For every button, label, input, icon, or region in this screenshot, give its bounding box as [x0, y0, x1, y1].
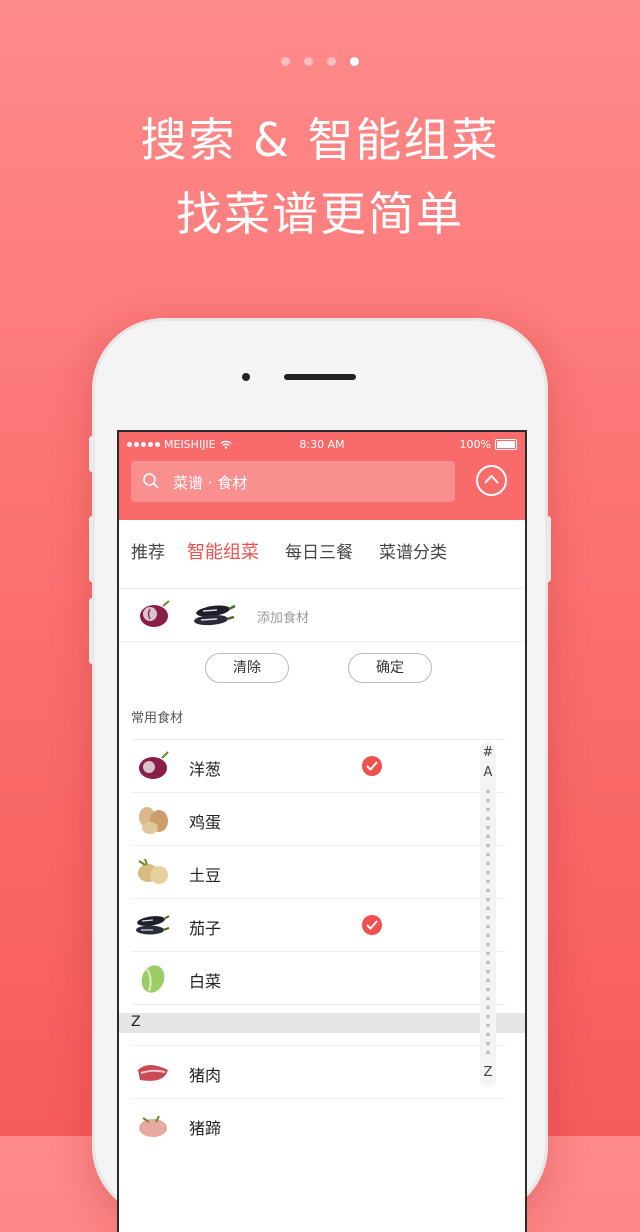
checkmark-icon[interactable]	[362, 915, 382, 935]
list-item[interactable]: 白菜	[131, 951, 505, 1004]
ingredient-name: 茄子	[189, 919, 222, 938]
selected-ingredients: 添加食材	[119, 589, 525, 642]
list-divider	[131, 1004, 505, 1005]
tab-recommend[interactable]: 推荐	[131, 538, 165, 563]
eggplant-icon	[136, 915, 170, 935]
chevron-up-icon	[484, 474, 499, 484]
ingredient-name: 白菜	[189, 972, 222, 991]
egg-icon	[139, 807, 168, 834]
clear-button[interactable]: 清除	[205, 653, 289, 683]
section-header-z: Z	[119, 1013, 525, 1033]
ingredient-list: 洋葱 鸡蛋 土豆 茄子 白菜	[131, 739, 505, 1005]
list-item[interactable]: 鸡蛋	[131, 792, 505, 845]
status-bar: MEISHIJIE 8:30 AM 100%	[119, 436, 525, 454]
phone-power-button	[545, 516, 551, 582]
page-indicator[interactable]	[0, 57, 640, 66]
confirm-button[interactable]: 确定	[348, 653, 432, 683]
list-item[interactable]: 洋葱	[131, 739, 505, 792]
ingredient-name: 鸡蛋	[189, 813, 222, 832]
index-letter-z[interactable]: Z	[480, 1065, 496, 1080]
headline-line-2: 找菜谱更简单	[176, 187, 464, 241]
battery-icon	[495, 439, 517, 450]
phone-frame: MEISHIJIE 8:30 AM 100% 菜谱 · 食材 推荐 智能组菜 每…	[89, 318, 551, 1232]
index-dots[interactable]	[486, 787, 490, 1059]
section-title: 常用食材	[131, 711, 184, 726]
list-item[interactable]: 猪蹄	[131, 1098, 505, 1151]
list-item[interactable]: 土豆	[131, 845, 505, 898]
eggplant-icon[interactable]	[193, 599, 237, 631]
ingredient-list-z: 猪肉 猪蹄	[131, 1045, 505, 1151]
section-letter: Z	[131, 1014, 141, 1030]
collapse-button[interactable]	[476, 465, 507, 496]
ingredient-name: 猪肉	[189, 1066, 222, 1085]
app-header: MEISHIJIE 8:30 AM 100% 菜谱 · 食材	[119, 432, 525, 520]
phone-mute-switch	[89, 436, 95, 472]
search-input[interactable]: 菜谱 · 食材	[131, 461, 455, 502]
list-item[interactable]: 茄子	[131, 898, 505, 951]
tab-smart-combo[interactable]: 智能组菜	[187, 538, 259, 564]
page-dot[interactable]	[304, 57, 313, 66]
battery-percent: 100%	[459, 438, 491, 451]
phone-speaker	[284, 374, 356, 380]
index-hash[interactable]: #	[480, 745, 496, 760]
page-dot-active[interactable]	[350, 57, 359, 66]
tab-recipe-category[interactable]: 菜谱分类	[379, 538, 447, 563]
list-item[interactable]: 猪肉	[131, 1045, 505, 1098]
app-screen: MEISHIJIE 8:30 AM 100% 菜谱 · 食材 推荐 智能组菜 每…	[117, 430, 527, 1232]
phone-volume-up	[89, 516, 95, 582]
page-dot[interactable]	[327, 57, 336, 66]
page-dot[interactable]	[281, 57, 290, 66]
checkmark-icon[interactable]	[362, 756, 382, 776]
phone-camera	[242, 373, 250, 381]
alphabet-index-bar[interactable]: # A Z	[480, 742, 496, 1087]
tab-three-meals[interactable]: 每日三餐	[285, 538, 353, 563]
index-letter-a[interactable]: A	[480, 765, 496, 780]
tab-bar: 推荐 智能组菜 每日三餐 菜谱分类	[119, 520, 525, 589]
onion-icon[interactable]	[135, 598, 175, 630]
pig-trotter-icon	[139, 1115, 167, 1137]
search-placeholder: 菜谱 · 食材	[173, 474, 248, 492]
ingredient-name: 洋葱	[189, 760, 222, 779]
pork-icon	[138, 1065, 168, 1081]
cabbage-icon	[141, 965, 165, 993]
ingredient-name: 猪蹄	[189, 1119, 222, 1138]
onion-icon	[139, 751, 169, 779]
add-ingredient-link[interactable]: 添加食材	[257, 607, 309, 626]
phone-volume-down	[89, 598, 95, 664]
headline-line-1: 搜索 & 智能组菜	[140, 113, 500, 167]
search-icon	[143, 473, 159, 489]
potato-icon	[138, 858, 168, 884]
ingredient-name: 土豆	[189, 866, 222, 885]
